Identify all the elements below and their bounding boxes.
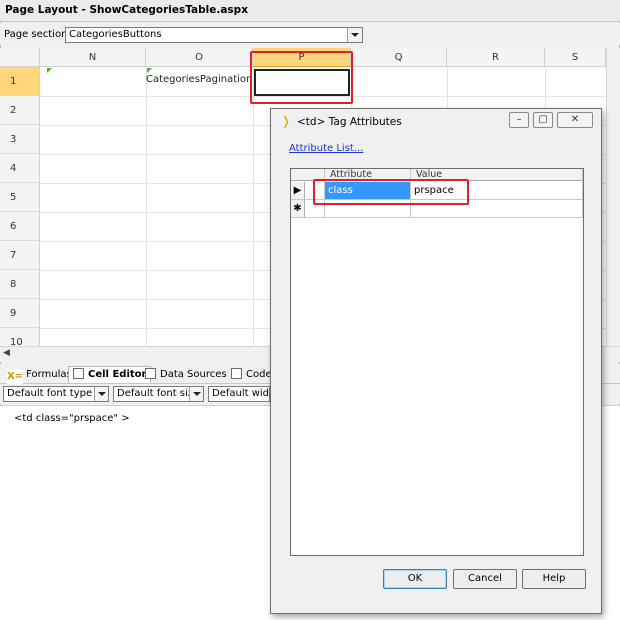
cell-o1[interactable]: CategoriesPagination bbox=[146, 67, 253, 96]
close-button[interactable]: ✕ bbox=[557, 112, 593, 128]
tag-icon: ❭ bbox=[281, 114, 292, 128]
attributes-grid[interactable]: Attribute Value ▶ class prspace ✱ bbox=[290, 168, 584, 556]
font-size-value: Default font size bbox=[117, 388, 200, 399]
chevron-down-icon bbox=[351, 33, 359, 37]
font-size-select[interactable]: Default font size bbox=[113, 386, 204, 402]
tag-attributes-dialog: ❭ <td> Tag Attributes – ▢ ✕ Attribute Li… bbox=[270, 108, 602, 614]
row-header-9[interactable]: 9 bbox=[0, 299, 40, 328]
scroll-left-icon[interactable]: ◀ bbox=[3, 348, 10, 358]
minimize-button[interactable]: – bbox=[509, 112, 529, 128]
ok-button[interactable]: OK bbox=[383, 569, 447, 589]
new-row-icon: ✱ bbox=[291, 200, 305, 218]
page-section-dropdown-button[interactable] bbox=[347, 28, 362, 42]
formulas-icon: X= bbox=[7, 369, 24, 384]
row-header-4[interactable]: 4 bbox=[0, 154, 40, 183]
grid-line bbox=[146, 67, 147, 346]
width-select[interactable]: Default widtl bbox=[208, 386, 270, 402]
column-header-o[interactable]: O bbox=[146, 48, 253, 67]
column-header-q[interactable]: Q bbox=[351, 48, 447, 67]
row-header-5[interactable]: 5 bbox=[0, 183, 40, 212]
tab-data-sources[interactable]: Data Sources bbox=[140, 366, 232, 383]
font-type-select[interactable]: Default font type bbox=[3, 386, 109, 402]
row-header-1[interactable]: 1 bbox=[0, 67, 40, 96]
column-header-s[interactable]: S bbox=[545, 48, 606, 67]
chevron-down-icon bbox=[193, 392, 201, 396]
font-size-dropdown-button[interactable] bbox=[189, 387, 203, 401]
tab-data-sources-label: Data Sources bbox=[160, 369, 227, 380]
width-value: Default widtl bbox=[212, 388, 270, 399]
font-type-value: Default font type bbox=[7, 388, 93, 399]
window-title: Page Layout - ShowCategoriesTable.aspx bbox=[5, 4, 248, 16]
row-header-2[interactable]: 2 bbox=[0, 96, 40, 125]
cell-marker-icon bbox=[47, 68, 52, 73]
tab-formulas[interactable]: X= Formulas bbox=[2, 366, 77, 384]
chevron-down-icon bbox=[98, 392, 106, 396]
cell-editor-icon bbox=[73, 368, 84, 379]
highlight-box-cell bbox=[250, 51, 353, 104]
tab-cell-editor[interactable]: Cell Editor bbox=[68, 366, 152, 383]
window-titlebar: Page Layout - ShowCategoriesTable.aspx bbox=[0, 0, 620, 22]
row-header-7[interactable]: 7 bbox=[0, 241, 40, 270]
code-icon bbox=[231, 368, 242, 379]
tab-formulas-label: Formulas bbox=[26, 369, 72, 380]
maximize-button[interactable]: ▢ bbox=[533, 112, 553, 128]
row-header-8[interactable]: 8 bbox=[0, 270, 40, 299]
data-sources-icon bbox=[145, 368, 156, 379]
row-header-10[interactable]: 10 bbox=[0, 328, 40, 346]
grid-line bbox=[253, 67, 254, 346]
page-section-select[interactable]: CategoriesButtons bbox=[65, 27, 363, 43]
editor-code-text: <td class="prspace" > bbox=[14, 413, 130, 424]
tab-cell-editor-label: Cell Editor bbox=[88, 369, 147, 380]
row-header-6[interactable]: 6 bbox=[0, 212, 40, 241]
row-header-3[interactable]: 3 bbox=[0, 125, 40, 154]
grid-corner[interactable] bbox=[0, 48, 40, 67]
help-button[interactable]: Help bbox=[522, 569, 586, 589]
cancel-button[interactable]: Cancel bbox=[453, 569, 517, 589]
font-type-dropdown-button[interactable] bbox=[94, 387, 108, 401]
tab-code-label: Code bbox=[246, 369, 272, 380]
row-pointer-icon: ▶ bbox=[291, 182, 305, 200]
highlight-box-attribute bbox=[313, 179, 469, 205]
column-header-r[interactable]: R bbox=[447, 48, 545, 67]
column-header-n[interactable]: N bbox=[40, 48, 146, 67]
dialog-titlebar: ❭ <td> Tag Attributes – ▢ ✕ bbox=[271, 109, 601, 135]
attribute-list-link[interactable]: Attribute List... bbox=[289, 143, 363, 154]
dialog-title: <td> Tag Attributes bbox=[297, 116, 402, 128]
page-section-label: Page section: bbox=[4, 29, 71, 40]
page-section-value: CategoriesButtons bbox=[69, 29, 162, 40]
grid-vertical-scrollbar[interactable] bbox=[606, 48, 620, 346]
